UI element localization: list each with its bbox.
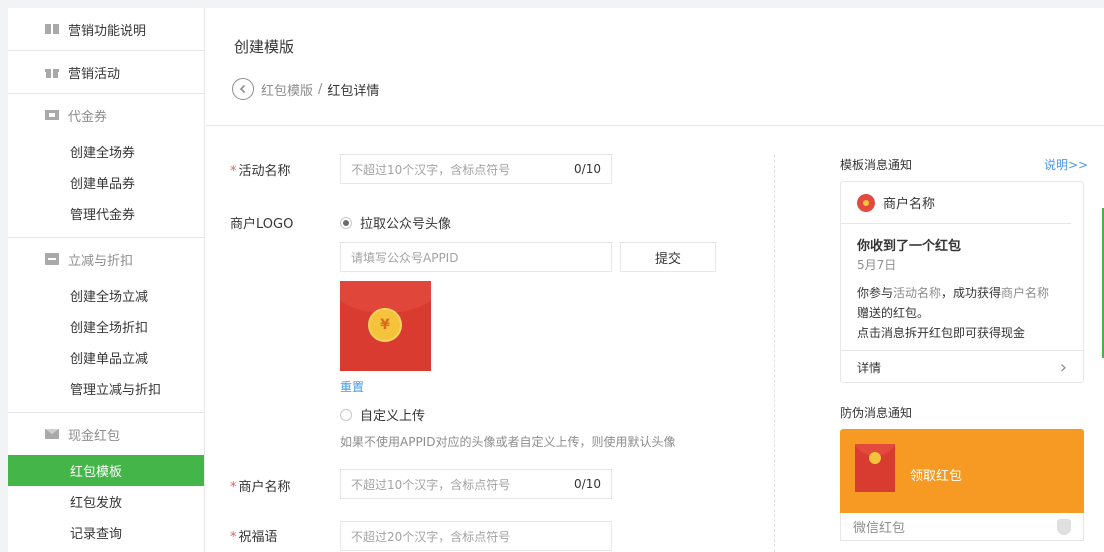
merchant-avatar-icon bbox=[857, 193, 875, 212]
activity-name-label: * 活动名称 bbox=[230, 164, 291, 179]
radio-pull-avatar[interactable]: 拉取公众号头像 bbox=[340, 213, 451, 232]
sidebar-item-create-store-voucher[interactable]: 创建全场券 bbox=[8, 136, 204, 167]
card-details-label: 详情 bbox=[857, 360, 882, 375]
card-date: 5月7日 bbox=[857, 258, 897, 272]
sidebar-item-create-single-reduction[interactable]: 创建单品立减 bbox=[8, 342, 204, 373]
merchant-logo-label: 商户LOGO bbox=[230, 217, 294, 232]
sidebar-group-discount: 立减与折扣 bbox=[8, 238, 204, 280]
anti-fake-title: 防伪消息通知 bbox=[840, 406, 913, 420]
book-icon bbox=[45, 24, 59, 34]
redpack-logo-preview: ¥ bbox=[340, 281, 431, 371]
help-link[interactable]: 说明>> bbox=[1044, 156, 1088, 173]
voucher-icon bbox=[45, 110, 59, 120]
breadcrumb-separator: / bbox=[318, 81, 323, 97]
divider bbox=[206, 125, 1104, 126]
breadcrumb-current: 红包详情 bbox=[327, 83, 380, 99]
shield-icon bbox=[1057, 518, 1071, 535]
redpack-promo-banner: 领取红包 bbox=[840, 429, 1084, 513]
reset-link[interactable]: 重置 bbox=[340, 378, 364, 395]
sidebar-group-cash-redpack: 现金红包 bbox=[8, 413, 204, 455]
char-counter: 0/10 bbox=[574, 477, 601, 491]
sidebar-item-create-single-voucher[interactable]: 创建单品券 bbox=[8, 167, 204, 198]
logo-hint: 如果不使用APPID对应的头像或者自定义上传，则使用默认头像 bbox=[340, 435, 676, 449]
blessing-input[interactable]: 不超过20个汉字，含标点符号 bbox=[340, 521, 612, 551]
sidebar-item-marketing-activity[interactable]: 营销活动 bbox=[8, 51, 204, 93]
card-details-row[interactable]: 详情 › bbox=[841, 350, 1083, 383]
sidebar-group-voucher: 代金券 bbox=[8, 94, 204, 136]
redpack-envelope-icon bbox=[855, 444, 895, 492]
back-icon[interactable] bbox=[232, 78, 254, 100]
promo-label: 领取红包 bbox=[910, 469, 963, 484]
sidebar-item-label: 营销活动 bbox=[68, 66, 121, 82]
activity-name-input[interactable]: 不超过10个汉字，含标点符号 0/10 bbox=[340, 154, 612, 184]
sidebar-item-marketing-intro[interactable]: 营销功能说明 bbox=[8, 8, 204, 50]
char-counter: 0/10 bbox=[574, 162, 601, 176]
merchant-name-label: * 商户名称 bbox=[230, 480, 291, 495]
merchant-name-input[interactable]: 不超过10个汉字，含标点符号 0/10 bbox=[340, 469, 612, 499]
radio-selected-icon bbox=[340, 216, 352, 229]
envelope-icon bbox=[45, 429, 59, 439]
breadcrumb: 红包模版 / 红包详情 bbox=[232, 78, 379, 100]
sidebar-item-create-store-discount[interactable]: 创建全场折扣 bbox=[8, 311, 204, 342]
coin-icon: ¥ bbox=[368, 308, 402, 342]
main-content: 创建模版 红包模版 / 红包详情 * 活动名称 不超过10个汉字，含标点符号 0/… bbox=[206, 8, 1104, 552]
gift-icon bbox=[45, 69, 59, 78]
promo-footer-label: 微信红包 bbox=[853, 521, 906, 536]
card-body: 你参与活动名称，成功获得商户名称 赠送的红包。 点击消息拆开红包即可获得现金 bbox=[857, 286, 1050, 340]
page-title: 创建模版 bbox=[234, 38, 295, 56]
sidebar-item-redpack-template[interactable]: 红包模板 bbox=[8, 455, 204, 486]
discount-icon bbox=[45, 253, 59, 265]
sidebar-item-label: 营销功能说明 bbox=[68, 23, 147, 39]
blessing-label: * 祝福语 bbox=[230, 530, 278, 545]
sidebar-item-create-store-reduction[interactable]: 创建全场立减 bbox=[8, 280, 204, 311]
radio-custom-upload[interactable]: 自定义上传 bbox=[340, 405, 425, 424]
breadcrumb-link[interactable]: 红包模版 bbox=[261, 80, 313, 99]
divider-vertical bbox=[774, 155, 775, 552]
card-merchant-name: 商户名称 bbox=[883, 197, 936, 212]
submit-button[interactable]: 提交 bbox=[620, 242, 716, 272]
sidebar-item-manage-discount[interactable]: 管理立减与折扣 bbox=[8, 373, 204, 404]
template-notice-title: 模板消息通知 bbox=[840, 158, 913, 172]
sidebar-item-redpack-send[interactable]: 红包发放 bbox=[8, 486, 204, 517]
chevron-right-icon: › bbox=[1059, 356, 1067, 378]
sidebar: 营销功能说明 营销活动 代金券 创建全场券 创建单品券 管理代金券 立减与折扣 … bbox=[8, 8, 205, 552]
sidebar-item-manage-voucher[interactable]: 管理代金券 bbox=[8, 198, 204, 229]
sidebar-item-record-query[interactable]: 记录查询 bbox=[8, 517, 204, 548]
radio-unselected-icon bbox=[340, 408, 352, 421]
promo-footer: 微信红包 bbox=[840, 513, 1084, 541]
card-title: 你收到了一个红包 bbox=[857, 239, 962, 254]
appid-input[interactable]: 请填写公众号APPID bbox=[340, 242, 612, 272]
template-message-card: 商户名称 你收到了一个红包 5月7日 你参与活动名称，成功获得商户名称 赠送的红… bbox=[840, 181, 1084, 383]
